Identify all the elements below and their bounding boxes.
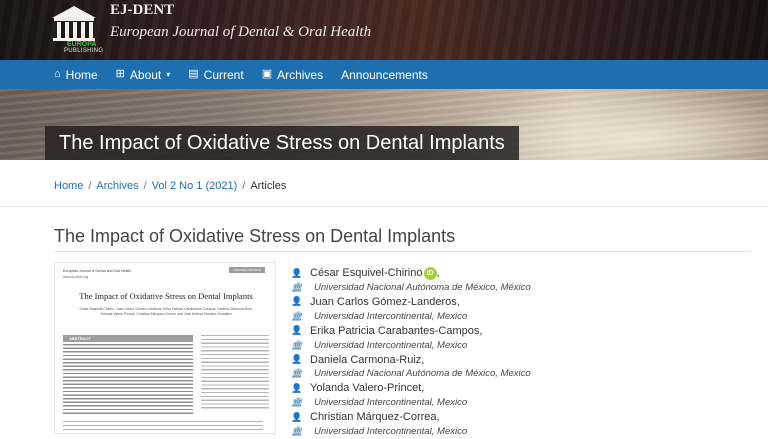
page-title: The Impact of Oxidative Stress on Dental… [54, 226, 456, 246]
thumb-authors: César Esquivel-Chirino, Juan Carlos Góme… [79, 307, 253, 316]
author-item: 👤 Juan Carlos Gómez-Landeros, [291, 295, 751, 309]
author-name: Juan Carlos Gómez-Landeros, [310, 295, 460, 308]
author-affiliation: 🏛 Universidad Nacional Autónoma de Méxic… [291, 367, 751, 381]
author-item: 👤 Christian Márquez-Correa, [291, 410, 751, 424]
thumb-abstract-text [63, 344, 193, 414]
affiliation-text: Universidad Nacional Autónoma de México,… [314, 282, 531, 294]
breadcrumb-home[interactable]: Home [54, 180, 83, 192]
breadcrumb-divider [0, 206, 768, 207]
institution-icon: 🏛 [291, 339, 303, 350]
nav-home-label: Home [65, 67, 98, 82]
site-header: EUROPA PUBLISHING EJ-DENT European Journ… [0, 0, 768, 60]
author-name-suffix: , [436, 267, 440, 280]
institution-icon: 🏛 [291, 282, 303, 293]
home-icon: ⌂ [54, 68, 61, 80]
nav-current-label: Current [203, 67, 244, 82]
user-icon: 👤 [291, 267, 303, 278]
breadcrumb-current: Articles [250, 180, 287, 192]
thumb-sidebar-text [201, 335, 269, 411]
title-divider [54, 251, 751, 252]
archive-icon: ▣ [261, 68, 273, 80]
hero-banner: The Impact of Oxidative Stress on Dental… [0, 89, 768, 160]
author-item: 👤 Yolanda Valero-Princet, [291, 381, 751, 395]
thumb-journal-name: European Journal of Dental and Oral Heal… [63, 269, 132, 273]
main-navbar: ⌂ Home ⊞ About ▾ ▤ Current ▣ Archives An… [0, 60, 768, 89]
author-item: 👤 César Esquivel-Chirino iD , [291, 266, 751, 280]
thumb-abstract-label: ABSTRACT [63, 335, 193, 342]
affiliation-text: Universidad Intercontinental, Mexico [314, 339, 468, 351]
breadcrumb-separator: / [88, 180, 92, 192]
author-name: Erika Patricia Carabantes-Campos, [310, 324, 483, 337]
article-cover-thumbnail[interactable]: European Journal of Dental and Oral Heal… [54, 262, 276, 434]
nav-about[interactable]: ⊞ About ▾ [116, 68, 171, 82]
nav-announcements[interactable]: Announcements [341, 68, 428, 82]
affiliation-text: Universidad Intercontinental, Mexico [314, 397, 468, 409]
author-affiliation: 🏛 Universidad Intercontinental, Mexico [291, 396, 751, 410]
author-name: Daniela Carmona-Ruiz, [310, 353, 425, 366]
nav-announcements-label: Announcements [341, 67, 428, 82]
nav-about-label: About [129, 67, 162, 82]
user-icon: 👤 [291, 382, 303, 393]
affiliation-text: Universidad Nacional Autónoma de México,… [314, 368, 531, 380]
nav-archives-label: Archives [277, 67, 324, 82]
breadcrumb-separator: / [143, 180, 147, 192]
current-icon: ▤ [188, 68, 199, 80]
author-name: Yolanda Valero-Princet, [310, 382, 425, 395]
sitemap-icon: ⊞ [115, 68, 125, 80]
author-item: 👤 Daniela Carmona-Ruiz, [291, 352, 751, 366]
breadcrumb-separator: / [242, 180, 246, 192]
nav-archives[interactable]: ▣ Archives [262, 68, 323, 82]
institution-icon: 🏛 [291, 397, 303, 408]
user-icon: 👤 [291, 296, 303, 307]
user-icon: 👤 [291, 411, 303, 422]
nav-current[interactable]: ▤ Current [188, 68, 243, 82]
brand-short-name[interactable]: EJ-DENT [110, 2, 174, 19]
logo-subtext: PUBLISHING [64, 48, 104, 54]
author-list: 👤 César Esquivel-Chirino iD , 🏛 Universi… [291, 266, 751, 439]
brand-full-name[interactable]: European Journal of Dental & Oral Health [110, 24, 371, 41]
thumb-article-title: The Impact of Oxidative Stress on Dental… [79, 291, 253, 301]
author-affiliation: 🏛 Universidad Intercontinental, Mexico [291, 309, 751, 323]
affiliation-text: Universidad Intercontinental, Mexico [314, 425, 468, 437]
author-item: 👤 Erika Patricia Carabantes-Campos, [291, 324, 751, 338]
breadcrumb-issue[interactable]: Vol 2 No 1 (2021) [152, 180, 238, 192]
affiliation-text: Universidad Intercontinental, Mexico [314, 310, 468, 322]
institution-icon: 🏛 [291, 310, 303, 321]
breadcrumb: Home / Archives / Vol 2 No 1 (2021) / Articles [54, 180, 286, 192]
author-affiliation: 🏛 Universidad Nacional Autónoma de Méxic… [291, 280, 751, 294]
logo-word: EUROPA [67, 41, 97, 48]
author-affiliation: 🏛 Universidad Intercontinental, Mexico [291, 424, 751, 438]
breadcrumb-archives[interactable]: Archives [96, 180, 138, 192]
author-affiliation: 🏛 Universidad Intercontinental, Mexico [291, 338, 751, 352]
chevron-down-icon: ▾ [166, 70, 171, 79]
author-name: Christian Márquez-Correa, [310, 411, 440, 424]
thumb-journal-url: www.ej-dent.org [63, 275, 89, 279]
thumb-footer-text [63, 421, 263, 431]
hero-title: The Impact of Oxidative Stress on Dental… [45, 126, 519, 160]
author-name: César Esquivel-Chirino [310, 267, 423, 280]
thumb-article-type-badge: ORIGINAL ARTICLE [229, 267, 265, 273]
user-icon: 👤 [291, 354, 303, 365]
orcid-icon[interactable]: iD [423, 266, 437, 280]
institution-icon: 🏛 [291, 368, 303, 379]
institution-icon: 🏛 [291, 425, 303, 436]
user-icon: 👤 [291, 325, 303, 336]
nav-home[interactable]: ⌂ Home [54, 68, 98, 82]
